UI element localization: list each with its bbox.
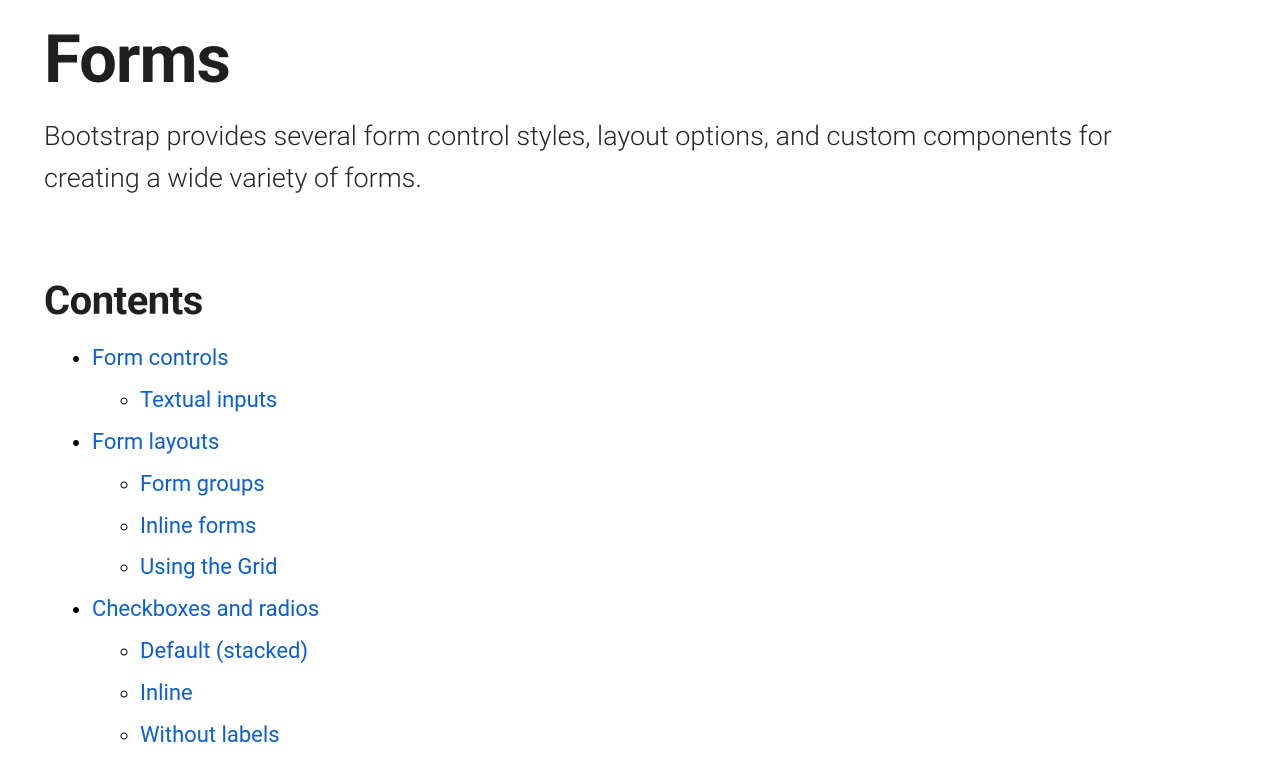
- toc-link-checkboxes-and-radios[interactable]: Checkboxes and radios: [92, 597, 319, 622]
- toc-link-using-the-grid[interactable]: Using the Grid: [140, 555, 278, 580]
- toc-link-textual-inputs[interactable]: Textual inputs: [140, 388, 277, 413]
- toc-link-form-layouts[interactable]: Form layouts: [92, 430, 219, 455]
- toc-link-form-controls[interactable]: Form controls: [92, 346, 229, 371]
- toc-link-form-groups[interactable]: Form groups: [140, 472, 265, 497]
- toc-item: Without labels: [140, 715, 1220, 757]
- toc-item: Using the Grid: [140, 547, 1220, 589]
- toc-item: Inline: [140, 673, 1220, 715]
- toc-sublist: Form groups Inline forms Using the Grid: [92, 464, 1220, 589]
- toc-list: Form controls Textual inputs Form layout…: [44, 338, 1220, 756]
- toc-item: Inline forms: [140, 506, 1220, 548]
- contents-heading: Contents: [44, 277, 1220, 324]
- page-lead: Bootstrap provides several form control …: [44, 116, 1204, 200]
- toc-link-inline-forms[interactable]: Inline forms: [140, 514, 256, 539]
- toc-sublist: Default (stacked) Inline Without labels: [92, 631, 1220, 756]
- toc-sublist: Textual inputs: [92, 380, 1220, 422]
- toc-link-without-labels[interactable]: Without labels: [140, 723, 280, 748]
- toc-item: Default (stacked): [140, 631, 1220, 673]
- toc-link-default-stacked[interactable]: Default (stacked): [140, 639, 308, 664]
- toc-item: Form controls Textual inputs: [92, 338, 1220, 422]
- toc-item: Textual inputs: [140, 380, 1220, 422]
- toc-item: Form groups: [140, 464, 1220, 506]
- toc-item: Checkboxes and radios Default (stacked) …: [92, 589, 1220, 756]
- toc-item: Form layouts Form groups Inline forms Us…: [92, 422, 1220, 589]
- page-title: Forms: [44, 24, 1220, 98]
- toc-link-inline[interactable]: Inline: [140, 681, 193, 706]
